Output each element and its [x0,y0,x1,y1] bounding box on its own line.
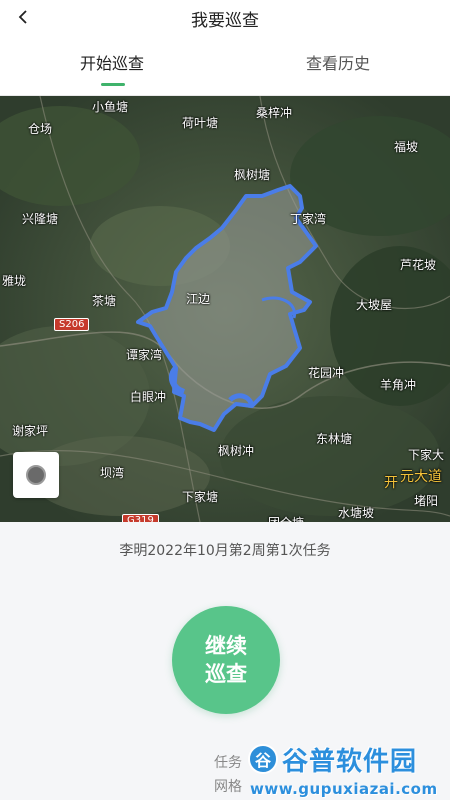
place-label: 仓场 [28,122,53,136]
watermark-name: 谷普软件园 [282,746,418,777]
continue-label-line1: 继续 [205,634,247,658]
continue-patrol-label: 继续 巡查 [196,632,256,688]
place-label: 芦花坡 [400,258,437,272]
nav-bar: 我要巡查 [0,0,450,36]
grid-info-label: 网格 [214,779,242,795]
place-label: 堵阳 [414,494,439,508]
place-label: 枫树塘 [234,168,271,182]
watermark-logo-icon: 谷 [248,744,278,774]
road-badge: G319 [122,514,159,522]
tab-view-history[interactable]: 查看历史 [306,50,370,74]
map-view[interactable]: 小鱼塘 荷叶塘 桑梓冲 仓场 福坡 枫树塘 兴隆塘 丁家湾 芦花坡 雅垅 茶塘 … [0,96,450,522]
place-label: 茶塘 [92,294,117,308]
task-info-label: 任务 [214,755,242,771]
watermark-url: www.gupuxiazai.com [250,780,438,798]
continue-label-line2: 巡查 [205,662,247,686]
place-label: 江边 [186,292,211,306]
place-label: 水塘坡 [338,506,375,520]
locate-icon [26,465,46,485]
place-label: 大坡屋 [356,298,393,312]
place-label: 坝湾 [100,466,125,480]
place-label: 白眼冲 [130,390,167,404]
watermark-brand: 谷 谷普软件园 [248,742,418,777]
app-root: 我要巡查 开始巡查 查看历史 小鱼塘 荷叶塘 桑梓冲 仓场 福坡 枫树塘 兴隆塘… [0,0,450,800]
place-label: 枫树冲 [218,444,255,458]
place-label: 下家大 [408,448,445,462]
place-label: 开 [384,475,398,491]
place-label: 福坡 [394,140,419,154]
place-label: 小鱼塘 [92,100,129,114]
tab-bar: 开始巡查 查看历史 [0,36,450,96]
place-label: 丁家湾 [290,212,327,226]
road-badge: S206 [54,318,90,331]
place-label: 东林塘 [316,432,353,446]
watermark: 谷 谷普软件园 www.gupuxiazai.com [248,742,450,800]
place-label: 荷叶塘 [182,116,219,130]
task-description: 李明2022年10月第2周第1次任务 [119,543,331,559]
place-label: 元大道 [400,469,442,485]
place-label: 下家塘 [182,490,219,504]
place-label: 羊角冲 [380,378,417,392]
locate-button[interactable] [13,452,59,498]
place-label: 兴隆塘 [22,212,59,226]
active-tab-indicator [101,83,125,86]
tab-start-patrol[interactable]: 开始巡查 [80,50,144,74]
place-label: 桑梓冲 [256,106,293,120]
continue-patrol-button[interactable]: 继续 巡查 [172,606,280,714]
place-label: 团全塘 [268,514,304,522]
place-label: 雅垅 [2,274,27,288]
place-label: 谢家坪 [12,424,49,438]
place-label: 谭家湾 [126,348,163,362]
place-label: 花园冲 [308,366,345,380]
page-title: 我要巡查 [191,11,259,31]
